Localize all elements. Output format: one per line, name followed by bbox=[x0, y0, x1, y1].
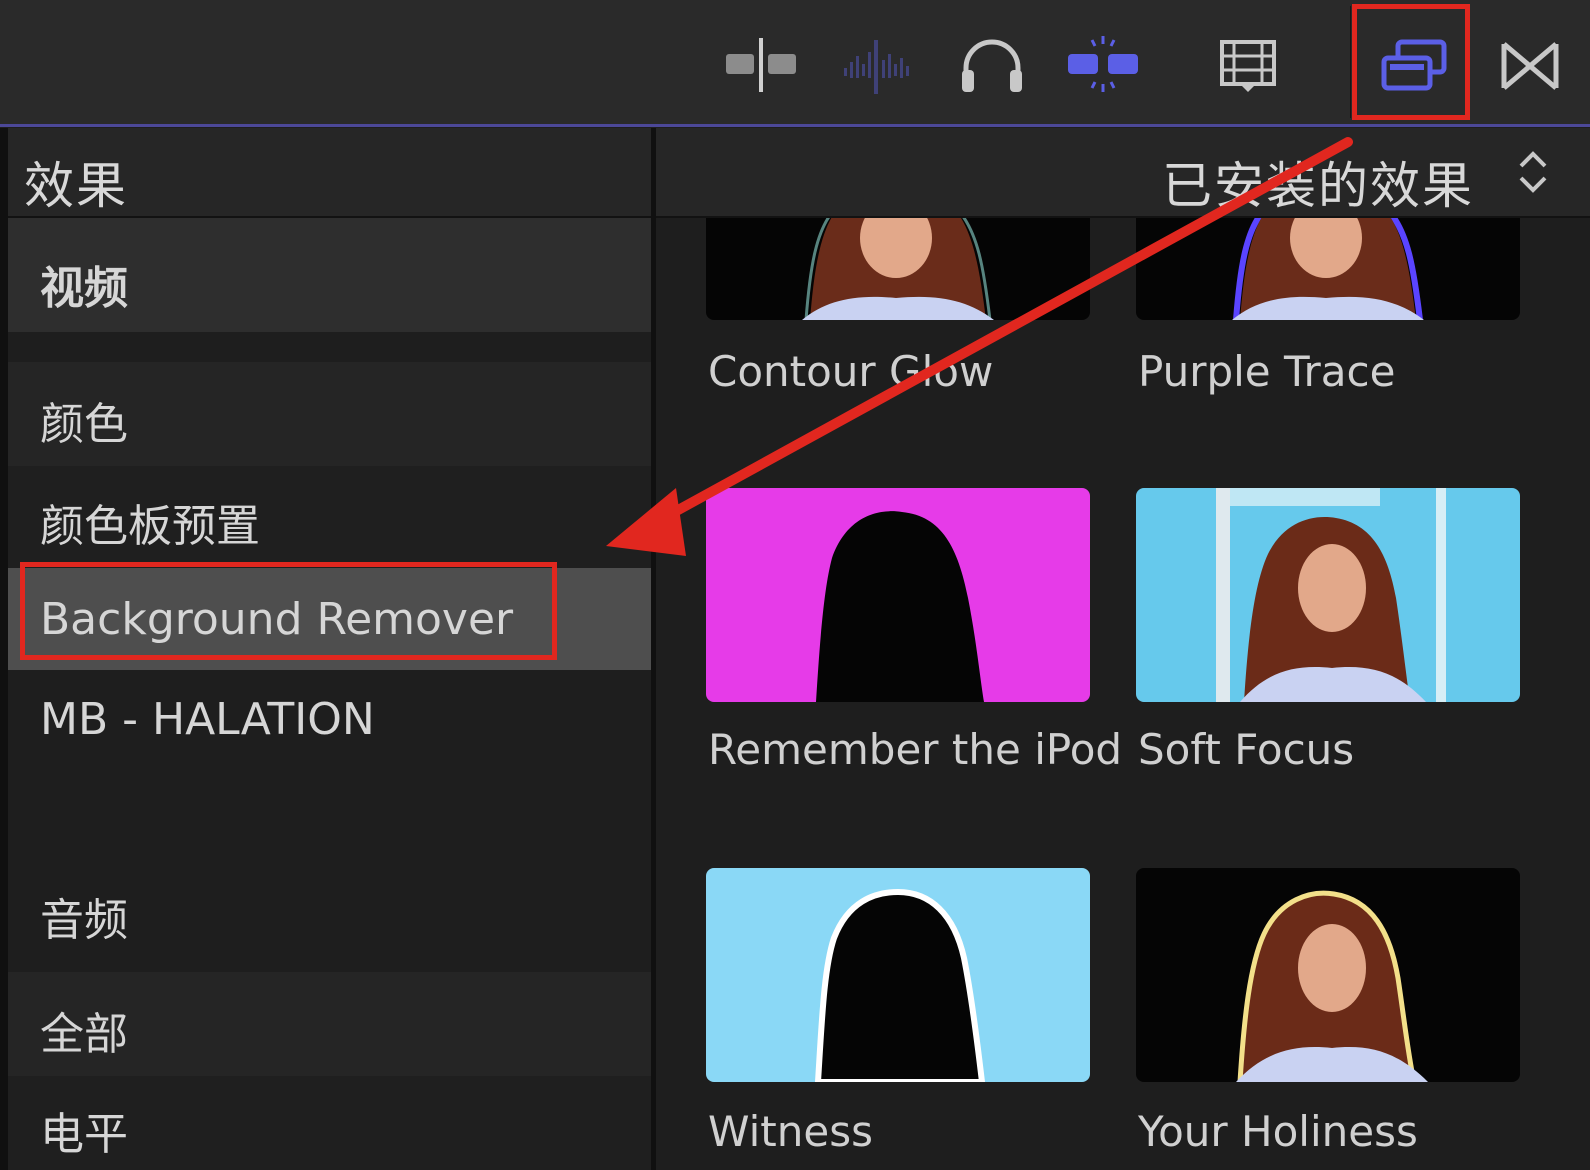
browser-header: 已安装的效果 bbox=[656, 128, 1590, 218]
effect-tile-remember-the-ipod[interactable]: Remember the iPod bbox=[706, 488, 1122, 838]
effects-browser-grid: Contour Glow Purple Trace Remember the i… bbox=[656, 218, 1590, 1170]
effect-thumbnail bbox=[706, 218, 1090, 320]
effect-tile-label: Your Holiness bbox=[1138, 1107, 1418, 1156]
sidebar-item-label: 颜色板预置 bbox=[40, 501, 260, 552]
effects-button-annotation bbox=[1352, 4, 1470, 120]
snapping-icon[interactable] bbox=[1064, 30, 1144, 100]
chevron-updown-icon[interactable] bbox=[1516, 148, 1550, 196]
background-remover-annotation bbox=[20, 562, 557, 660]
sidebar-spacer bbox=[8, 332, 651, 362]
sidebar-item-label: 全部 bbox=[40, 1009, 128, 1060]
sidebar-item-video[interactable]: 视频 bbox=[8, 218, 651, 332]
sidebar-item-audio[interactable]: 音频 bbox=[8, 858, 651, 972]
sidebar-item-label: MB - HALATION bbox=[40, 694, 375, 745]
effect-tile-label: Contour Glow bbox=[708, 347, 994, 396]
effect-tile-your-holiness[interactable]: Your Holiness bbox=[1136, 868, 1520, 1168]
sidebar-header: 效果 bbox=[8, 128, 651, 218]
effect-thumbnail bbox=[1136, 868, 1520, 1082]
effect-tile-witness[interactable]: Witness bbox=[706, 868, 1090, 1168]
clip-appearance-icon[interactable] bbox=[1210, 30, 1290, 100]
sidebar-item-levels[interactable]: 电平 bbox=[8, 1076, 651, 1170]
headphones-icon[interactable] bbox=[952, 30, 1032, 100]
effects-category-sidebar: 视频 颜色 颜色板预置 Background Remover MB - HALA… bbox=[8, 218, 651, 1170]
effects-filter-dropdown[interactable]: 已安装的效果 bbox=[1162, 146, 1474, 218]
app-window: 效果 已安装的效果 视频 颜色 颜色板预置 Background Remover… bbox=[0, 0, 1590, 1170]
effect-thumbnail bbox=[706, 868, 1090, 1082]
effect-thumbnail bbox=[1136, 218, 1520, 320]
effect-tile-soft-focus[interactable]: Soft Focus bbox=[1136, 488, 1520, 838]
effect-thumbnail bbox=[1136, 488, 1520, 702]
toolbar bbox=[0, 0, 1590, 125]
sidebar-item-mb-halation[interactable]: MB - HALATION bbox=[8, 670, 651, 772]
sidebar-item-all[interactable]: 全部 bbox=[8, 972, 651, 1076]
transitions-browser-icon[interactable] bbox=[1496, 30, 1576, 100]
effect-thumbnail bbox=[706, 488, 1090, 702]
effect-tile-purple-trace[interactable]: Purple Trace bbox=[1136, 218, 1520, 408]
effect-tile-label: Soft Focus bbox=[1138, 725, 1355, 774]
toolbar-separator bbox=[1350, 6, 1351, 118]
clip-split-icon[interactable] bbox=[722, 30, 802, 100]
effect-tile-label: Witness bbox=[708, 1107, 873, 1156]
effect-tile-contour-glow[interactable]: Contour Glow bbox=[706, 218, 1090, 408]
effect-tile-label: Remember the iPod bbox=[708, 725, 1123, 774]
sidebar-item-color-presets[interactable]: 颜色板预置 bbox=[8, 466, 651, 568]
sidebar-item-label: 颜色 bbox=[40, 399, 128, 450]
toolbar-accent-line bbox=[0, 124, 1590, 127]
sidebar-title: 效果 bbox=[24, 157, 128, 215]
effect-tile-label: Purple Trace bbox=[1138, 347, 1396, 396]
left-edge bbox=[0, 128, 8, 1170]
sidebar-item-label: 电平 bbox=[40, 1109, 128, 1160]
sidebar-item-color[interactable]: 颜色 bbox=[8, 362, 651, 466]
sidebar-item-label: 视频 bbox=[40, 263, 128, 314]
sidebar-item-label: 音频 bbox=[40, 895, 128, 946]
audio-waveform-icon[interactable] bbox=[840, 30, 920, 100]
